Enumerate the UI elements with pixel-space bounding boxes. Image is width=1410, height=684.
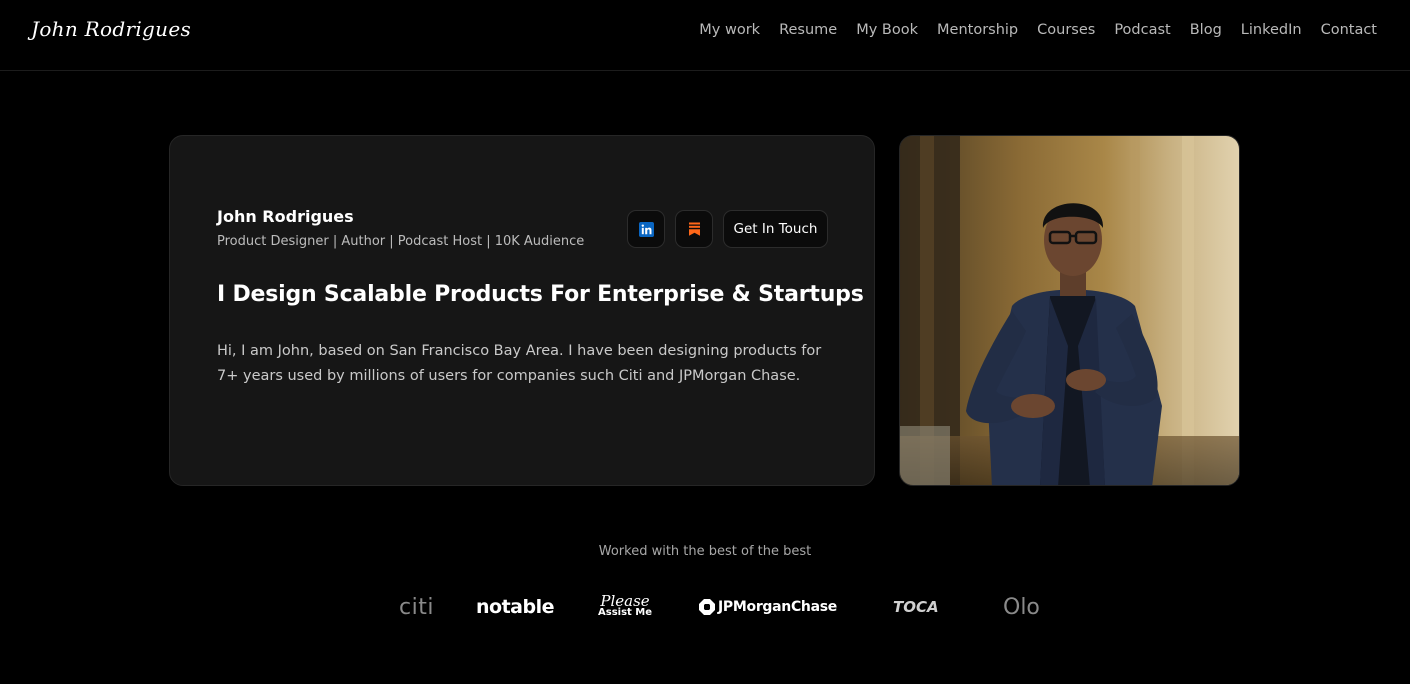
nav-link-blog[interactable]: Blog (1190, 22, 1222, 38)
hero-name: John Rodrigues (217, 207, 354, 226)
client-logo-please-text: Please (600, 592, 650, 610)
client-logo-notable-text: notable (476, 596, 554, 618)
hero-bio: Hi, I am John, based on San Francisco Ba… (217, 343, 822, 384)
nav-link-my-work[interactable]: My work (699, 22, 760, 38)
site-logo[interactable]: John Rodrigues (31, 17, 191, 41)
profile-photo (899, 135, 1240, 486)
hero-card: John Rodrigues Product Designer | Author… (169, 135, 875, 486)
hero-headline: I Design Scalable Products For Enterpris… (217, 282, 864, 307)
nav-link-resume[interactable]: Resume (779, 22, 837, 38)
client-logo-assist-me-text: Assist Me (598, 607, 653, 618)
client-logo-jpmorganchase-text: JPMorganChase (718, 599, 837, 615)
linkedin-button[interactable] (627, 210, 665, 248)
client-logo-olo-text: Olo (1003, 594, 1040, 620)
get-in-touch-button[interactable]: Get In Touch (723, 210, 828, 248)
client-logo-citi: citi (399, 589, 434, 625)
client-logo-please-assist-me: Please Assist Me (598, 589, 652, 625)
client-logo-jpmorganchase: JPMorganChase (698, 589, 837, 625)
client-logo-toca-text: TOCA (893, 598, 939, 616)
nav-link-mentorship[interactable]: Mentorship (937, 22, 1018, 38)
client-logo-citi-text: citi (399, 594, 434, 620)
nav-link-contact[interactable]: Contact (1321, 22, 1377, 38)
client-logo-notable: notable (476, 589, 554, 625)
substack-button[interactable] (675, 210, 713, 248)
nav-link-courses[interactable]: Courses (1037, 22, 1095, 38)
top-nav: John Rodrigues My work Resume My Book Me… (0, 0, 1410, 71)
client-logo-toca: TOCA (893, 589, 939, 625)
nav-link-podcast[interactable]: Podcast (1114, 22, 1170, 38)
nav-link-linkedin[interactable]: LinkedIn (1241, 22, 1302, 38)
linkedin-icon (638, 221, 654, 237)
hero-tagline: Product Designer | Author | Podcast Host… (217, 234, 585, 249)
substack-icon (688, 222, 700, 236)
speaker-photo-illustration (900, 136, 1239, 485)
nav-links: My work Resume My Book Mentorship Course… (699, 22, 1377, 38)
client-logos-strip: citi notable Please Assist Me JPMorganCh… (399, 589, 1049, 625)
client-logo-olo: Olo (1003, 589, 1040, 625)
clients-title: Worked with the best of the best (598, 544, 812, 559)
nav-link-my-book[interactable]: My Book (856, 22, 918, 38)
jpmorgan-octagon-icon (699, 599, 715, 615)
